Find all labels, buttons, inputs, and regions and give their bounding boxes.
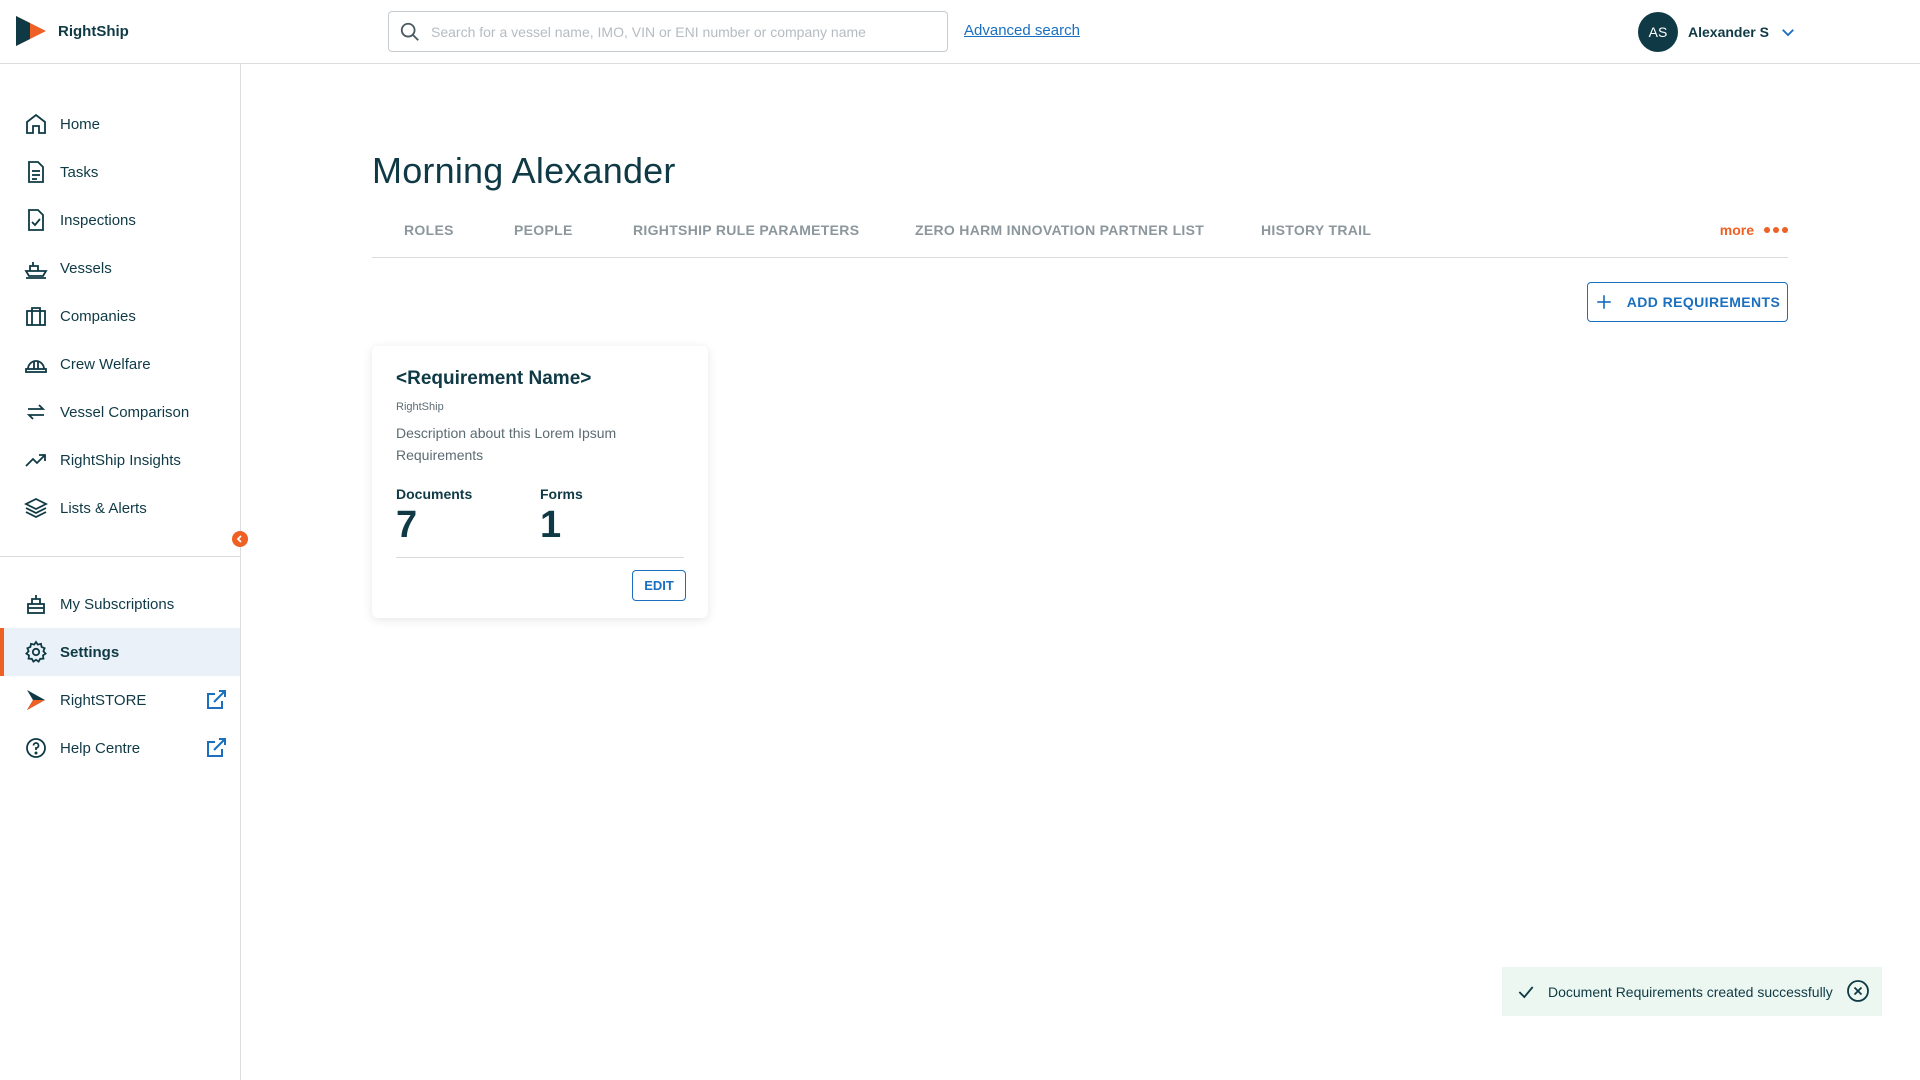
sidebar-item-home[interactable]: Home [0, 100, 240, 148]
sidebar-item-label: Inspections [60, 211, 136, 229]
sidebar-item-inspections[interactable]: Inspections [0, 196, 240, 244]
sidebar: Home Tasks Inspections Vessels Companies… [0, 64, 241, 1080]
help-icon [26, 738, 46, 758]
documents-label: Documents [396, 486, 473, 502]
sidebar-item-help-centre[interactable]: Help Centre [0, 724, 240, 772]
check-icon [1518, 985, 1534, 998]
search-box[interactable] [388, 11, 948, 52]
user-menu[interactable]: AS Alexander S [1638, 12, 1797, 52]
brand-name: RightShip [58, 22, 129, 40]
sidebar-item-settings[interactable]: Settings [0, 628, 240, 676]
document-icon [28, 161, 44, 183]
more-label: more [1719, 222, 1754, 238]
sidebar-item-label: Companies [60, 307, 136, 325]
card-divider [396, 557, 684, 558]
documents-count: 7 [396, 504, 418, 546]
documents-stat: Documents 7 [396, 486, 472, 547]
forms-stat: Forms 1 [540, 486, 583, 547]
more-dots-icon [1764, 227, 1788, 233]
tab-zero-harm-innovation-partner-list[interactable]: ZERO HARM INNOVATION PARTNER LIST [915, 222, 1204, 238]
sidebar-item-crew-welfare[interactable]: Crew Welfare [0, 340, 240, 388]
advanced-search-link[interactable]: Advanced search [964, 22, 1080, 39]
sidebar-item-lists-alerts[interactable]: Lists & Alerts [0, 484, 240, 532]
hardhat-icon [25, 360, 47, 373]
forms-label: Forms [540, 486, 583, 502]
sidebar-item-companies[interactable]: Companies [0, 292, 240, 340]
rightship-logo-icon [16, 16, 46, 46]
subscription-icon [27, 595, 45, 614]
tab-history-trail[interactable]: HISTORY TRAIL [1261, 222, 1371, 238]
sidebar-item-label: Vessel Comparison [60, 403, 190, 421]
tab-rightship-rule-parameters[interactable]: RIGHTSHIP RULE PARAMETERS [633, 222, 859, 238]
user-name: Alexander S [1688, 24, 1769, 40]
sidebar-collapse-button[interactable] [232, 531, 248, 547]
sidebar-item-label: Vessels [60, 259, 112, 277]
logo[interactable]: RightShip [16, 16, 129, 46]
search-icon [400, 22, 419, 41]
gear-icon [25, 640, 47, 663]
add-requirements-label: ADD REQUIREMENTS [1626, 294, 1781, 310]
layers-icon [24, 497, 48, 519]
sidebar-item-label: My Subscriptions [60, 595, 175, 613]
sidebar-item-vessel-comparison[interactable]: Vessel Comparison [0, 388, 240, 436]
close-icon[interactable] [1846, 979, 1870, 1003]
external-link-icon[interactable] [204, 688, 228, 712]
trending-icon [25, 454, 46, 467]
sidebar-item-tasks[interactable]: Tasks [0, 148, 240, 196]
chevron-down-icon [1782, 29, 1794, 37]
sidebar-item-vessels[interactable]: Vessels [0, 244, 240, 292]
tab-roles[interactable]: ROLES [404, 222, 454, 238]
checklist-icon [28, 209, 44, 231]
sidebar-item-label: Crew Welfare [60, 355, 151, 373]
forms-count: 1 [540, 504, 562, 546]
sidebar-item-label: RightShip Insights [60, 451, 181, 469]
sidebar-item-label: Lists & Alerts [60, 499, 147, 517]
plus-icon [1597, 295, 1611, 309]
success-toast: Document Requirements created successful… [1502, 967, 1882, 1016]
toast-message: Document Requirements created successful… [1548, 983, 1833, 1000]
sidebar-item-label: Settings [60, 643, 120, 661]
avatar: AS [1638, 12, 1678, 52]
home-icon [26, 113, 46, 134]
search-input[interactable] [431, 23, 911, 40]
add-requirements-button[interactable]: ADD REQUIREMENTS [1587, 282, 1788, 322]
edit-button[interactable]: EDIT [632, 570, 686, 601]
sidebar-item-rightstore[interactable]: RightSTORE [0, 676, 240, 724]
tab-people[interactable]: PEOPLE [514, 222, 573, 238]
sidebar-item-label: Help Centre [60, 739, 141, 757]
sidebar-item-label: Home [60, 115, 101, 133]
briefcase-icon [26, 307, 46, 326]
requirement-name: <Requirement Name> [396, 368, 592, 389]
top-bar: RightShip Advanced search AS Alexander S [0, 0, 1920, 64]
rightstore-logo-icon [27, 690, 45, 710]
sidebar-divider [0, 556, 240, 557]
ship-icon [24, 262, 48, 279]
requirement-card: <Requirement Name> RightShip Description… [372, 346, 708, 618]
settings-tabs: ROLES PEOPLE RIGHTSHIP RULE PARAMETERS Z… [372, 216, 1788, 258]
external-link-icon[interactable] [204, 736, 228, 760]
sidebar-item-label: RightSTORE [60, 691, 147, 709]
requirement-company: RightShip [396, 401, 444, 413]
page-title: Morning Alexander [372, 150, 676, 191]
tab-more[interactable]: more [1720, 222, 1788, 238]
sidebar-item-my-subscriptions[interactable]: My Subscriptions [0, 580, 240, 628]
requirement-description: Description about this Lorem Ipsum Requi… [396, 425, 617, 463]
sidebar-item-label: Tasks [60, 163, 99, 181]
chevron-left-icon [236, 535, 242, 543]
sidebar-item-rightship-insights[interactable]: RightShip Insights [0, 436, 240, 484]
swap-icon [26, 404, 46, 420]
